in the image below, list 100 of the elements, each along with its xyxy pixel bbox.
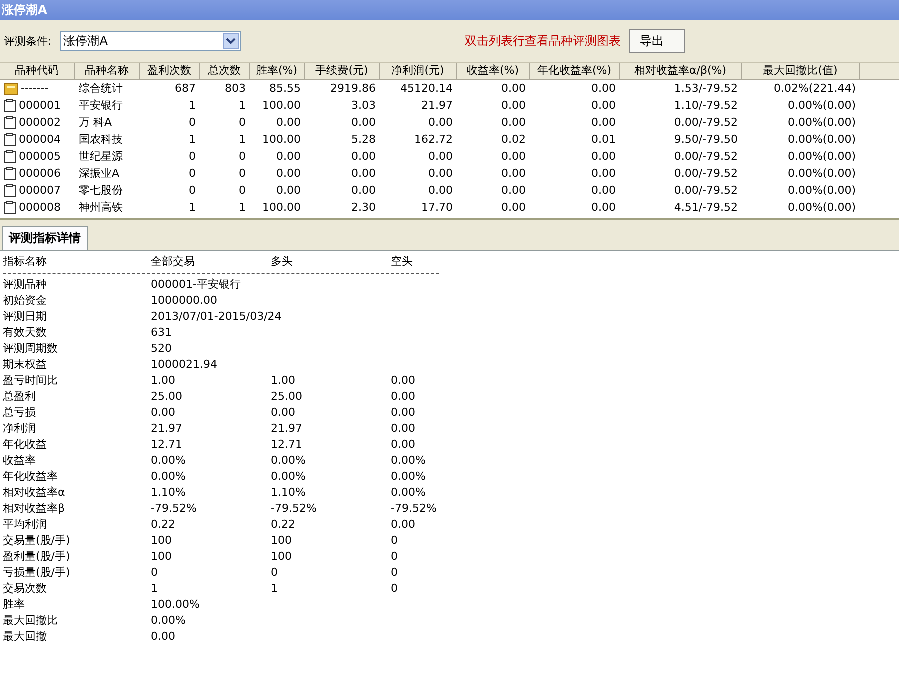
table-row[interactable]: 000004 国农科技 1 1 100.00 5.28 162.72 0.02 0.01 9.50/-79.50 0.00%(0.00)	[0, 131, 899, 148]
details-column-header: 空头	[391, 254, 414, 268]
column-header[interactable]: 总次数	[200, 63, 250, 79]
details-cell: 0.00%	[151, 614, 186, 626]
table-cell: 000006	[19, 167, 61, 180]
table-cell: 国农科技	[79, 132, 123, 147]
table-row[interactable]: 000005 世纪星源 0 0 0.00 0.00 0.00 0.00 0.00 0.00/-79.52 0.00%(0.00)	[0, 148, 899, 165]
table-cell: 0.00/-79.52	[674, 116, 738, 129]
table-cell: 000008	[19, 201, 61, 214]
details-cell: 最大回撤比	[3, 614, 58, 626]
table-cell: 0.00%(0.00)	[788, 133, 856, 146]
column-header[interactable]: 盈利次数	[140, 63, 200, 79]
table-cell: 85.55	[270, 82, 301, 95]
details-cell: 期末权益	[3, 358, 47, 370]
condition-dropdown[interactable]: 涨停潮A	[60, 31, 241, 51]
table-cell: 0.02%(221.44)	[774, 82, 856, 95]
column-header[interactable]: 手续费(元)	[305, 63, 380, 79]
details-column-header: 多头	[271, 254, 294, 268]
details-cell: 0.00	[151, 630, 176, 642]
table-cell: 0.00	[502, 184, 526, 197]
details-cell: 12.71	[151, 438, 182, 450]
details-cell: 总盈利	[3, 390, 36, 402]
table-cell: 17.70	[422, 201, 453, 214]
table-cell: 0.00	[592, 99, 616, 112]
table-cell: 100.00	[262, 201, 301, 214]
table-cell: 0.00/-79.52	[674, 150, 738, 163]
column-header[interactable]: 净利润(元)	[380, 63, 457, 79]
details-cell: 评测品种	[3, 278, 47, 290]
details-cell: 0.00%	[151, 454, 186, 466]
table-cell: 0	[189, 116, 196, 129]
details-cell: 评测周期数	[3, 342, 58, 354]
table-cell: 0.00	[502, 99, 526, 112]
table-cell: 0.00	[502, 167, 526, 180]
details-cell: 0.00	[391, 406, 416, 418]
table-cell: 万 科A	[79, 115, 112, 130]
details-cell: 平均利润	[3, 518, 47, 530]
details-cell: 12.71	[271, 438, 302, 450]
details-cell: 0	[391, 566, 398, 578]
table-cell: -------	[21, 82, 49, 95]
column-header[interactable]: 胜率(%)	[250, 63, 305, 79]
details-cell: 631	[151, 326, 172, 338]
table-cell: 0.00	[276, 116, 301, 129]
details-cell: 0.00%	[391, 486, 426, 498]
details-cell: 最大回撤	[3, 630, 47, 642]
table-row[interactable]: 000002 万 科A 0 0 0.00 0.00 0.00 0.00 0.00 0.00/-79.52 0.00%(0.00)	[0, 114, 899, 131]
details-cell: 0.00	[151, 406, 176, 418]
details-cell: 0	[391, 582, 398, 594]
details-cell: 0.22	[271, 518, 296, 530]
details-cell: 1.00	[271, 374, 296, 386]
table-cell: 000001	[19, 99, 61, 112]
table-cell: 1	[189, 99, 196, 112]
table-cell: 000005	[19, 150, 61, 163]
details-cell: 有效天数	[3, 326, 47, 338]
column-header[interactable]: 相对收益率α/β(%)	[620, 63, 742, 79]
details-cell: 0.00%	[271, 454, 306, 466]
table-cell: 0.00	[276, 184, 301, 197]
table-cell: 0	[189, 184, 196, 197]
table-row[interactable]: 000001 平安银行 1 1 100.00 3.03 21.97 0.00 0.00 1.10/-79.52 0.00%(0.00)	[0, 97, 899, 114]
table-cell: 0	[189, 167, 196, 180]
details-cell: 0.22	[151, 518, 176, 530]
details-cell: 0.00	[391, 422, 416, 434]
table-cell: 0.00/-79.52	[674, 184, 738, 197]
export-button[interactable]: 导出	[629, 29, 685, 53]
column-header[interactable]: 年化收益率(%)	[530, 63, 620, 79]
table-cell: 0.00	[352, 167, 376, 180]
table-cell: 0.00	[592, 167, 616, 180]
column-header[interactable]: 最大回撤比(值)	[742, 63, 860, 79]
table-cell: 4.51/-79.52	[674, 201, 738, 214]
details-cell: 初始资金	[3, 294, 47, 306]
table-cell: 0.00	[428, 184, 453, 197]
table-row[interactable]: 000007 零七股份 0 0 0.00 0.00 0.00 0.00 0.00 0.00/-79.52 0.00%(0.00)	[0, 182, 899, 199]
table-cell: 0.00	[502, 82, 526, 95]
table-cell: 0.00%(0.00)	[788, 99, 856, 112]
table-cell: 3.03	[352, 99, 376, 112]
table-cell: 1	[239, 133, 246, 146]
table-cell: 0.00	[502, 116, 526, 129]
details-cell: 年化收益	[3, 438, 47, 450]
details-cell: -79.52%	[271, 502, 317, 514]
table-cell: 2919.86	[330, 82, 376, 95]
details-cell: 相对收益率β	[3, 502, 66, 514]
details-cell: 1.00	[151, 374, 176, 386]
table-cell: 1.10/-79.52	[674, 99, 738, 112]
details-cell: 0.00%	[151, 470, 186, 482]
details-cell: 评测日期	[3, 310, 47, 322]
details-tab[interactable]: 评测指标详情	[2, 226, 88, 250]
details-cell: 100	[271, 550, 292, 562]
table-row[interactable]: 000008 神州高铁 1 1 100.00 2.30 17.70 0.00 0.00 4.51/-79.52 0.00%(0.00)	[0, 199, 899, 216]
table-cell: 0.00	[428, 116, 453, 129]
table-cell: 0.00%(0.00)	[788, 167, 856, 180]
details-cell: 0.00	[391, 374, 416, 386]
column-header[interactable]: 收益率(%)	[457, 63, 530, 79]
details-column-header: 全部交易	[151, 254, 196, 268]
window-title: 涨停潮A	[2, 2, 48, 18]
table-cell: 0.00	[592, 150, 616, 163]
table-row[interactable]: ------- 综合统计 687 803 85.55 2919.86 45120.14 0.00 0.00 1.53/-79.52 0.02%(221.44)	[0, 80, 899, 97]
column-header[interactable]: 品种名称	[75, 63, 140, 79]
column-header[interactable]: 品种代码	[0, 63, 75, 79]
table-cell: 0.00/-79.52	[674, 167, 738, 180]
table-row[interactable]: 000006 深振业A 0 0 0.00 0.00 0.00 0.00 0.00 0.00/-79.52 0.00%(0.00)	[0, 165, 899, 182]
details-cell: 0.00	[271, 406, 296, 418]
